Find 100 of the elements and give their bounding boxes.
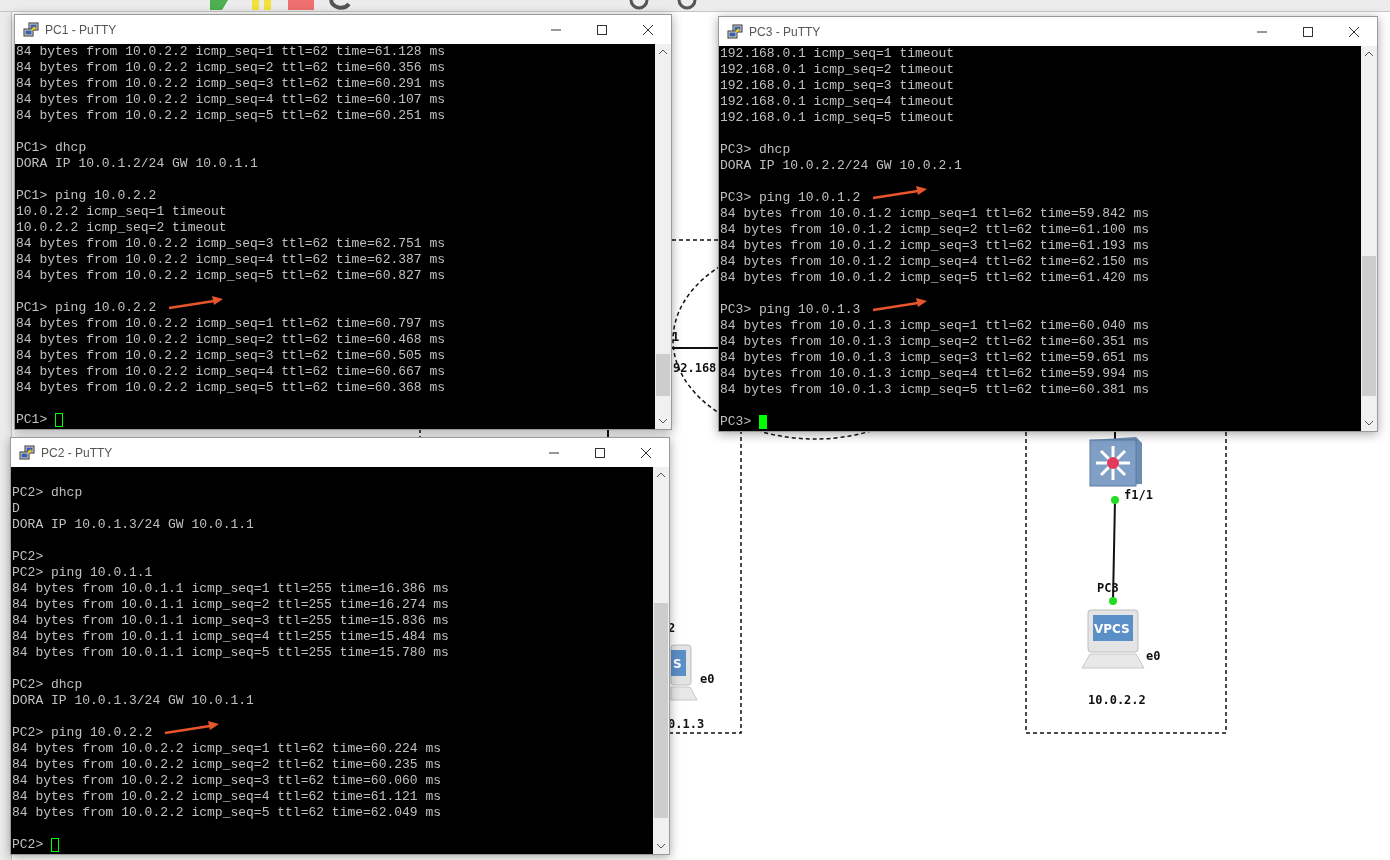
terminal-line: 84 bytes from 10.0.1.2 icmp_seq=5 ttl=62 time=61.420 ms: [720, 270, 1150, 285]
terminal-line: 84 bytes from 10.0.2.2 icmp_seq=4 ttl=62 time=62.387 ms: [16, 252, 446, 267]
terminal-line: 84 bytes from 10.0.2.2 icmp_seq=5 ttl=62 time=62.049 ms: [12, 805, 442, 820]
terminal-line: D: [12, 501, 20, 516]
terminal-line: 84 bytes from 10.0.1.3 icmp_seq=2 ttl=62 time=60.351 ms: [720, 334, 1150, 349]
address-label: 10.0.2.2: [1088, 693, 1146, 707]
maximize-icon: [597, 24, 607, 35]
terminal-line: 84 bytes from 10.0.2.2 icmp_seq=4 ttl=62 time=61.121 ms: [12, 789, 442, 804]
terminal-line: PC1> dhcp: [16, 140, 87, 155]
terminal-line: DORA IP 10.0.2.2/24 GW 10.0.2.1: [720, 158, 962, 173]
prompt: PC1>: [16, 412, 48, 428]
computers-icon: [727, 23, 743, 40]
scroll-down-icon[interactable]: [1365, 421, 1373, 426]
scrollbar[interactable]: [1361, 46, 1377, 431]
terminal-line: 84 bytes from 10.0.2.2 icmp_seq=3 ttl=62 time=62.751 ms: [16, 236, 446, 251]
terminal-line: DORA IP 10.0.1.2/24 GW 10.0.1.1: [16, 156, 258, 171]
screen-label: VPCS: [1094, 622, 1130, 636]
close-icon: [1349, 26, 1359, 37]
port-label: e0: [700, 672, 715, 686]
terminal-line: 84 bytes from 10.0.2.2 icmp_seq=3 ttl=62 time=60.291 ms: [16, 76, 446, 91]
port-label: f1/1: [1124, 488, 1153, 502]
terminal-line: 84 bytes from 10.0.1.2 icmp_seq=3 ttl=62 time=61.193 ms: [720, 238, 1150, 253]
stop-icon[interactable]: [288, 0, 314, 10]
scroll-down-icon[interactable]: [657, 844, 665, 849]
terminal-line: 84 bytes from 10.0.1.1 icmp_seq=1 ttl=255 time=16.386 ms: [12, 581, 449, 596]
scrollbar[interactable]: [653, 467, 669, 854]
terminal-line: PC3> dhcp: [720, 142, 791, 157]
terminal-line: PC2>: [12, 549, 44, 564]
terminal-line: 84 bytes from 10.0.1.1 icmp_seq=4 ttl=255 time=15.484 ms: [12, 629, 449, 644]
terminal-line: 84 bytes from 10.0.2.2 icmp_seq=1 ttl=62 time=60.224 ms: [12, 741, 442, 756]
terminal-line: 84 bytes from 10.0.2.2 icmp_seq=3 ttl=62 time=60.060 ms: [12, 773, 442, 788]
terminal-line: 84 bytes from 10.0.1.1 icmp_seq=2 ttl=255 time=16.274 ms: [12, 597, 449, 612]
terminal-line: 84 bytes from 10.0.1.2 icmp_seq=1 ttl=62 time=59.842 ms: [720, 206, 1150, 221]
scrollbar-thumb[interactable]: [654, 603, 668, 818]
terminal-line: 84 bytes from 10.0.2.2 icmp_seq=1 ttl=62 time=60.797 ms: [16, 316, 446, 331]
terminal-line: 84 bytes from 10.0.1.3 icmp_seq=1 ttl=62 time=60.040 ms: [720, 318, 1150, 333]
computer-icon: [1081, 609, 1145, 669]
terminal-line: 84 bytes from 10.0.1.3 icmp_seq=3 ttl=62 time=59.651 ms: [720, 350, 1150, 365]
terminal-line: 84 bytes from 10.0.1.2 icmp_seq=4 ttl=62 time=62.150 ms: [720, 254, 1150, 269]
terminal-line: DORA IP 10.0.1.3/24 GW 10.0.1.1: [12, 517, 254, 532]
scrollbar[interactable]: [655, 44, 671, 429]
terminal-line: PC2> dhcp: [12, 677, 83, 692]
terminal-line: 84 bytes from 10.0.1.3 icmp_seq=5 ttl=62 time=60.381 ms: [720, 382, 1150, 397]
terminal-line: 84 bytes from 10.0.1.1 icmp_seq=5 ttl=255 time=15.780 ms: [12, 645, 449, 660]
scroll-down-icon[interactable]: [659, 419, 667, 424]
window-title: PC2 - PuTTY: [41, 444, 113, 462]
prompt: PC3>: [720, 414, 752, 430]
network-label: 92.168: [673, 361, 717, 375]
close-icon: [641, 447, 651, 458]
computers-icon: [23, 21, 39, 38]
terminal-line: 84 bytes from 10.0.2.2 icmp_seq=2 ttl=62 time=60.356 ms: [16, 60, 446, 75]
link-line: [671, 347, 721, 349]
port-label: 1: [672, 330, 680, 344]
terminal-line: 84 bytes from 10.0.2.2 icmp_seq=5 ttl=62 time=60.251 ms: [16, 108, 446, 123]
terminal-line: 84 bytes from 10.0.2.2 icmp_seq=5 ttl=62 time=60.368 ms: [16, 380, 446, 395]
port-dot: [1111, 496, 1119, 504]
computer-icon: [670, 644, 698, 701]
pause-icon[interactable]: [250, 0, 274, 10]
scrollbar-thumb[interactable]: [1362, 256, 1376, 396]
maximize-icon: [1303, 26, 1313, 37]
maximize-icon: [595, 447, 605, 458]
terminal-line: 84 bytes from 10.0.2.2 icmp_seq=1 ttl=62 time=61.128 ms: [16, 44, 446, 59]
terminal-line: 10.0.2.2 icmp_seq=2 timeout: [16, 220, 227, 235]
terminal-line: 10.0.2.2 icmp_seq=1 timeout: [16, 204, 227, 219]
screen-label: S: [673, 657, 682, 671]
switch-icon: [1089, 437, 1142, 487]
terminal-line: 84 bytes from 10.0.2.2 icmp_seq=3 ttl=62 time=60.505 ms: [16, 348, 446, 363]
prompt: PC2>: [12, 837, 44, 853]
terminal-line: 84 bytes from 10.0.1.3 icmp_seq=4 ttl=62 time=59.994 ms: [720, 366, 1150, 381]
terminal-line: PC2> dhcp: [12, 485, 83, 500]
terminal-line: 192.168.0.1 icmp_seq=2 timeout: [720, 62, 955, 77]
terminal-line: PC1> ping 10.0.2.2: [16, 188, 157, 203]
window-title: PC3 - PuTTY: [749, 23, 821, 41]
scroll-up-icon[interactable]: [659, 49, 667, 54]
terminal-line: 84 bytes from 10.0.1.2 icmp_seq=2 ttl=62 time=61.100 ms: [720, 222, 1150, 237]
terminal-line: 192.168.0.1 icmp_seq=5 timeout: [720, 110, 955, 125]
close-icon: [643, 24, 653, 35]
terminal-line: DORA IP 10.0.1.3/24 GW 10.0.1.1: [12, 693, 254, 708]
terminal-line: 84 bytes from 10.0.2.2 icmp_seq=5 ttl=62 time=60.827 ms: [16, 268, 446, 283]
window-title: PC1 - PuTTY: [45, 21, 117, 39]
terminal-line: 192.168.0.1 icmp_seq=3 timeout: [720, 78, 955, 93]
computers-icon: [19, 444, 35, 461]
play-icon[interactable]: [208, 0, 230, 10]
terminal-line: 84 bytes from 10.0.2.2 icmp_seq=4 ttl=62 time=60.107 ms: [16, 92, 446, 107]
terminal-line: PC3> ping 10.0.1.2: [720, 190, 861, 205]
terminal-line: 84 bytes from 10.0.2.2 icmp_seq=4 ttl=62 time=60.667 ms: [16, 364, 446, 379]
terminal-line: 84 bytes from 10.0.1.1 icmp_seq=3 ttl=255 time=15.836 ms: [12, 613, 449, 628]
terminal-line: PC2> ping 10.0.2.2: [12, 725, 153, 740]
scroll-up-icon[interactable]: [1365, 51, 1373, 56]
terminal-line: 84 bytes from 10.0.2.2 icmp_seq=2 ttl=62 time=60.468 ms: [16, 332, 446, 347]
terminal-line: PC3> ping 10.0.1.3: [720, 302, 861, 317]
terminal-line: 192.168.0.1 icmp_seq=1 timeout: [720, 46, 955, 61]
terminal-line: PC2> ping 10.0.1.1: [12, 565, 153, 580]
scroll-up-icon[interactable]: [657, 472, 665, 477]
terminal-line: 84 bytes from 10.0.2.2 icmp_seq=2 ttl=62 time=60.235 ms: [12, 757, 442, 772]
terminal-line: 192.168.0.1 icmp_seq=4 timeout: [720, 94, 955, 109]
port-label: e0: [1146, 649, 1161, 663]
terminal-line: PC1> ping 10.0.2.2: [16, 300, 157, 315]
port-dot: [1109, 597, 1117, 605]
scrollbar-thumb[interactable]: [656, 354, 670, 396]
